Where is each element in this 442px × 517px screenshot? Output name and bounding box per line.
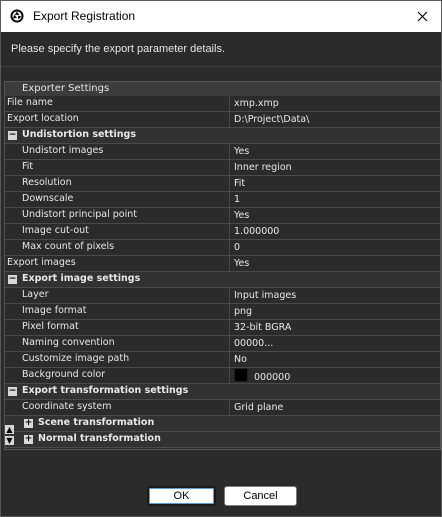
property-value[interactable]: 0 xyxy=(229,240,440,255)
property-row[interactable]: Resolution Fit xyxy=(5,176,440,192)
property-name: Fit xyxy=(22,161,34,172)
property-value[interactable]: D:\Project\Data\ xyxy=(229,112,440,127)
scroll-up-icon[interactable]: ▲ xyxy=(5,425,14,434)
dialog-description: Please specify the export parameter deta… xyxy=(11,43,226,55)
property-row[interactable]: File name xmp.xmp xyxy=(5,96,440,112)
property-value[interactable]: Yes xyxy=(229,144,440,159)
property-row[interactable]: Undistort principal point Yes xyxy=(5,208,440,224)
export-registration-dialog: Export Registration Please specify the e… xyxy=(0,0,442,517)
property-row[interactable]: Coordinate system Grid plane xyxy=(5,400,440,416)
property-name: Layer xyxy=(22,289,49,300)
property-name: Naming convention xyxy=(22,337,115,348)
close-icon[interactable] xyxy=(407,3,437,29)
property-grid[interactable]: Exporter Settings File name xmp.xmp Export… xyxy=(4,81,441,450)
expand-icon[interactable]: + xyxy=(24,435,33,444)
property-name: Export transformation settings xyxy=(22,385,189,396)
property-value[interactable]: No xyxy=(229,352,440,367)
category-row[interactable]: + Normal transformation xyxy=(5,432,440,448)
property-value[interactable]: Inner region xyxy=(229,160,440,175)
property-row[interactable]: Export images Yes xyxy=(5,256,440,272)
property-value[interactable]: png xyxy=(229,304,440,319)
category-row[interactable]: − Export transformation settings xyxy=(5,384,440,400)
divider xyxy=(1,66,441,67)
property-name: Undistort images xyxy=(22,145,104,156)
property-name: Export image settings xyxy=(22,273,141,284)
property-name: Image cut-out xyxy=(22,225,89,236)
property-name: Undistort principal point xyxy=(22,209,137,220)
property-name: Background color xyxy=(22,369,106,380)
property-name: Undistortion settings xyxy=(22,129,136,140)
property-name: Resolution xyxy=(22,177,72,188)
ok-button[interactable]: OK xyxy=(147,486,216,506)
property-rows: File name xmp.xmp Export location D:\Projec… xyxy=(5,96,440,448)
property-value[interactable]: 32-bit BGRA xyxy=(229,320,440,335)
property-name: Export location xyxy=(7,113,79,124)
property-name: Export images xyxy=(7,257,76,268)
category-row[interactable]: − Export image settings xyxy=(5,272,440,288)
property-name: Image format xyxy=(22,305,87,316)
property-row[interactable]: Image cut-out 1.000000 xyxy=(5,224,440,240)
cancel-button[interactable]: Cancel xyxy=(224,486,297,506)
category-row[interactable]: − Undistortion settings xyxy=(5,128,440,144)
expand-icon[interactable]: + xyxy=(24,419,33,428)
property-row[interactable]: Max count of pixels 0 xyxy=(5,240,440,256)
property-row[interactable]: Background color 000000 xyxy=(5,368,440,384)
property-value[interactable]: Yes xyxy=(229,256,440,271)
property-name: Max count of pixels xyxy=(22,241,115,252)
property-row[interactable]: Downscale 1 xyxy=(5,192,440,208)
category-row[interactable]: + Scene transformation xyxy=(5,416,440,432)
property-row[interactable]: Naming convention 00000... xyxy=(5,336,440,352)
scroll-down-icon[interactable]: ▼ xyxy=(5,436,14,445)
property-value[interactable]: xmp.xmp xyxy=(229,96,440,111)
property-value[interactable]: 000000 xyxy=(229,368,440,383)
property-row[interactable]: Layer Input images xyxy=(5,288,440,304)
property-value[interactable]: 1 xyxy=(229,192,440,207)
property-name: Coordinate system xyxy=(22,401,112,412)
property-row[interactable]: Pixel format 32-bit BGRA xyxy=(5,320,440,336)
window-title: Export Registration xyxy=(33,9,136,23)
property-name: Normal transformation xyxy=(38,433,161,444)
property-value[interactable]: Yes xyxy=(229,208,440,223)
group-header-exporter-settings: Exporter Settings xyxy=(5,82,440,96)
group-header-label: Exporter Settings xyxy=(22,83,110,94)
property-name: File name xyxy=(7,97,53,108)
property-value[interactable]: 1.000000 xyxy=(229,224,440,239)
property-row[interactable]: Export location D:\Project\Data\ xyxy=(5,112,440,128)
title-bar[interactable]: Export Registration xyxy=(1,1,441,32)
collapse-icon[interactable]: − xyxy=(8,131,17,140)
property-value[interactable]: Fit xyxy=(229,176,440,191)
property-value[interactable]: Grid plane xyxy=(229,400,440,415)
property-row[interactable]: Undistort images Yes xyxy=(5,144,440,160)
color-value: 000000 xyxy=(254,372,291,383)
color-swatch[interactable] xyxy=(234,368,248,382)
property-row[interactable]: Fit Inner region xyxy=(5,160,440,176)
property-name: Pixel format xyxy=(22,321,79,332)
property-name: Customize image path xyxy=(22,353,130,364)
property-row[interactable]: Image format png xyxy=(5,304,440,320)
collapse-icon[interactable]: − xyxy=(8,387,17,396)
property-value[interactable]: Input images xyxy=(229,288,440,303)
property-name: Downscale xyxy=(22,193,74,204)
aperture-icon xyxy=(10,9,24,23)
property-row[interactable]: Customize image path No xyxy=(5,352,440,368)
property-name: Scene transformation xyxy=(38,417,155,428)
property-value[interactable]: 00000... xyxy=(229,336,440,351)
collapse-icon[interactable]: − xyxy=(8,275,17,284)
